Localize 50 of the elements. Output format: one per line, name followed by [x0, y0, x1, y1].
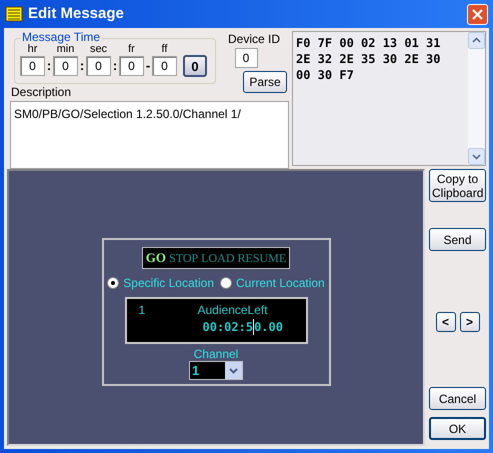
field-label: hr	[28, 43, 38, 56]
app-icon	[5, 5, 23, 23]
scroll-down-icon[interactable]	[468, 148, 485, 165]
field-label: Device ID	[228, 32, 280, 46]
window-title: Edit Message	[28, 4, 125, 24]
radio-label[interactable]: Specific Location	[123, 274, 214, 292]
cue-name: AudienceLeft	[198, 302, 268, 318]
separator: :	[78, 57, 86, 75]
parse-button[interactable]: Parse	[243, 71, 287, 93]
command-option[interactable]: STOP	[169, 248, 198, 266]
field-label: sec	[90, 43, 108, 56]
close-icon	[472, 8, 483, 20]
separator: :	[112, 57, 118, 75]
command-option[interactable]: RESUME	[238, 248, 286, 266]
field-label: fr	[128, 43, 135, 56]
hex-line: F0 7F 00 02 13 01 31	[296, 35, 442, 51]
cue-time[interactable]: 00:02:50.00	[202, 318, 283, 334]
next-button[interactable]: >	[460, 312, 480, 332]
ok-button[interactable]: OK	[429, 417, 486, 440]
description-label: Description	[11, 84, 72, 98]
command-option[interactable]: GO	[146, 248, 166, 268]
close-button[interactable]	[467, 4, 488, 24]
send-button[interactable]: Send	[429, 228, 486, 251]
scrollbar[interactable]	[468, 32, 485, 165]
description-field[interactable]: SM0/PB/GO/Selection 1.2.50.0/Channel 1/	[10, 100, 289, 169]
scroll-up-icon[interactable]	[468, 32, 485, 49]
previous-button[interactable]: <	[436, 312, 456, 332]
separator: :	[46, 57, 52, 75]
set-button[interactable]: 0	[183, 55, 207, 77]
channel-dropdown[interactable]: 1	[189, 360, 243, 380]
time-field[interactable]: 0	[86, 56, 111, 76]
radio-button[interactable]	[107, 276, 120, 288]
time-field[interactable]: 0	[152, 56, 177, 76]
group-label: Message Time	[21, 30, 102, 44]
field-label: ff	[162, 43, 168, 56]
channel-label: Channel	[194, 346, 238, 360]
cue-number: 1	[138, 302, 146, 318]
radio-label[interactable]: Current Location	[236, 274, 325, 292]
field-label: min	[56, 43, 74, 56]
radio-button[interactable]	[220, 276, 232, 288]
cancel-button[interactable]: Cancel	[429, 387, 486, 410]
hex-line: 00 30 F7	[296, 67, 355, 83]
device-id-field[interactable]: 0	[234, 48, 258, 68]
time-field[interactable]: 0	[20, 56, 45, 76]
command-option[interactable]: LOAD	[201, 248, 234, 266]
hex-line: 2E 32 2E 35 30 2E 30	[296, 51, 442, 67]
separator: -	[144, 57, 152, 75]
time-field[interactable]: 0	[119, 56, 144, 76]
copy-button[interactable]: Copy to Clipboard	[429, 169, 486, 202]
time-field[interactable]: 0	[53, 56, 78, 76]
